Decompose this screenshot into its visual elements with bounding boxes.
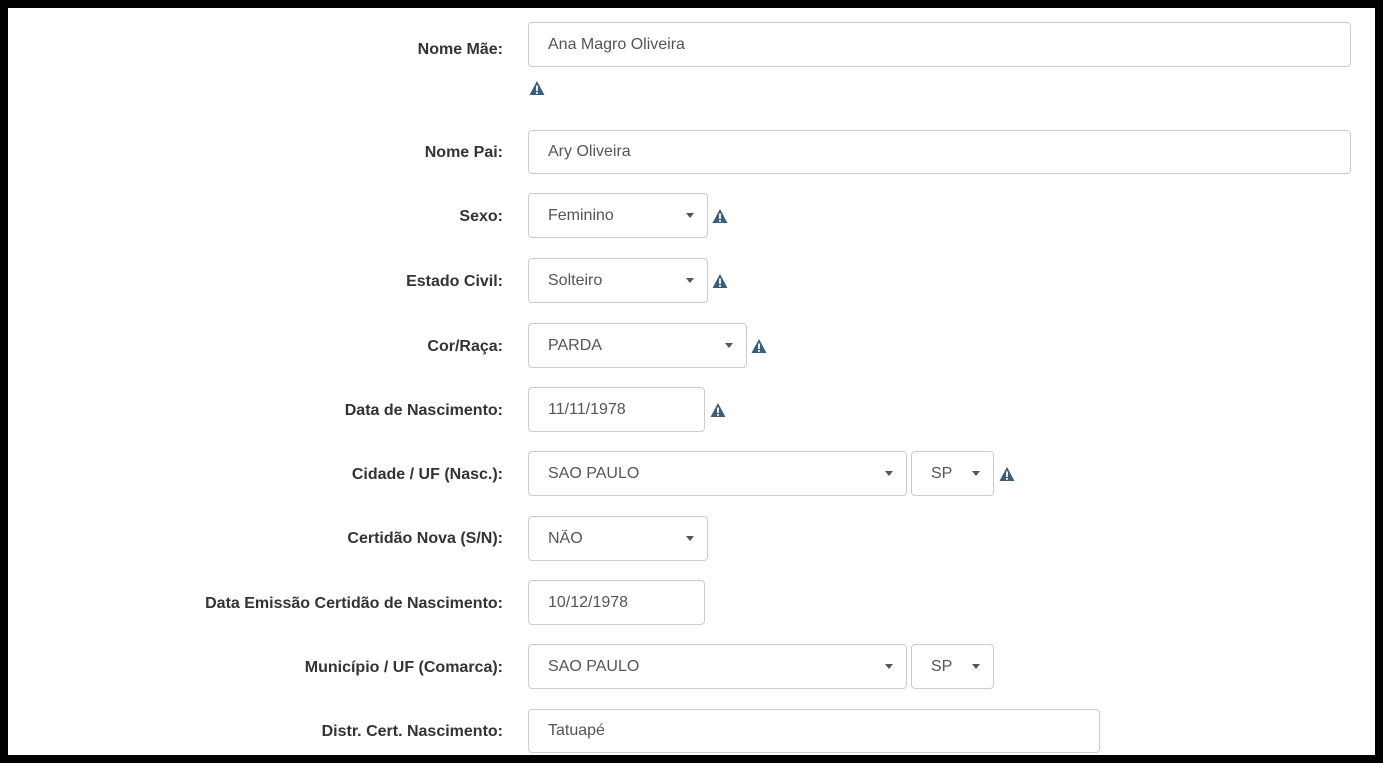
uf-comarca-value: SP — [931, 657, 953, 675]
caret-down-icon — [686, 213, 694, 218]
warning-triangle-icon — [751, 339, 767, 353]
label-data-nascimento: Data de Nascimento: — [344, 402, 503, 419]
caret-down-icon — [885, 664, 893, 669]
estado-civil-value: Solteiro — [548, 271, 603, 289]
sexo-value: Feminino — [548, 206, 614, 224]
label-municipio-uf-comarca: Município / UF (Comarca): — [304, 659, 503, 676]
uf-nasc-value: SP — [931, 464, 953, 482]
warning-triangle-icon — [712, 209, 728, 223]
caret-down-icon — [725, 343, 733, 348]
sexo-select[interactable]: Feminino — [528, 193, 708, 238]
caret-down-icon — [972, 471, 980, 476]
caret-down-icon — [972, 664, 980, 669]
form-panel: Nome Mãe: Ana Magro Oliveira Nome Pai: A… — [8, 8, 1375, 755]
certidao-nova-value: NÃO — [548, 529, 583, 547]
warning-triangle-icon — [712, 274, 728, 288]
cidade-nasc-value: SAO PAULO — [548, 464, 640, 482]
cor-raca-select[interactable]: PARDA — [528, 323, 747, 368]
label-estado-civil: Estado Civil: — [406, 273, 503, 290]
cidade-nasc-select[interactable]: SAO PAULO — [528, 451, 907, 496]
distr-cert-nascimento-input[interactable]: Tatuapé — [528, 709, 1100, 753]
nome-mae-input[interactable]: Ana Magro Oliveira — [528, 22, 1351, 67]
certidao-nova-select[interactable]: NÃO — [528, 516, 708, 561]
uf-nasc-select[interactable]: SP — [911, 451, 994, 496]
label-cidade-uf-nasc: Cidade / UF (Nasc.): — [351, 466, 503, 483]
municipio-comarca-value: SAO PAULO — [548, 657, 640, 675]
label-nome-mae: Nome Mãe: — [417, 41, 503, 58]
warning-triangle-icon — [999, 467, 1015, 481]
label-data-emissao-certidao: Data Emissão Certidão de Nascimento: — [205, 595, 503, 612]
nome-mae-value: Ana Magro Oliveira — [548, 35, 685, 53]
estado-civil-select[interactable]: Solteiro — [528, 258, 708, 303]
nome-pai-value: Ary Oliveira — [548, 143, 631, 160]
caret-down-icon — [885, 471, 893, 476]
label-sexo: Sexo: — [459, 208, 503, 225]
cor-raca-value: PARDA — [548, 336, 602, 354]
label-cor-raca: Cor/Raça: — [427, 338, 503, 355]
nome-pai-input[interactable]: Ary Oliveira — [528, 130, 1351, 174]
data-nascimento-value: 11/11/1978 — [548, 400, 626, 418]
label-certidao-nova: Certidão Nova (S/N): — [347, 530, 503, 547]
distr-cert-nascimento-value: Tatuapé — [548, 722, 605, 739]
uf-comarca-select[interactable]: SP — [911, 644, 994, 689]
warning-triangle-icon — [710, 403, 726, 417]
data-emissao-certidao-value: 10/12/1978 — [548, 593, 629, 611]
label-nome-pai: Nome Pai: — [424, 144, 503, 161]
warning-triangle-icon — [529, 81, 545, 95]
data-emissao-certidao-input[interactable]: 10/12/1978 — [528, 580, 705, 625]
label-distr-cert-nascimento: Distr. Cert. Nascimento: — [321, 723, 503, 740]
caret-down-icon — [686, 278, 694, 283]
caret-down-icon — [686, 536, 694, 541]
data-nascimento-input[interactable]: 11/11/1978 — [528, 387, 705, 432]
municipio-comarca-select[interactable]: SAO PAULO — [528, 644, 907, 689]
